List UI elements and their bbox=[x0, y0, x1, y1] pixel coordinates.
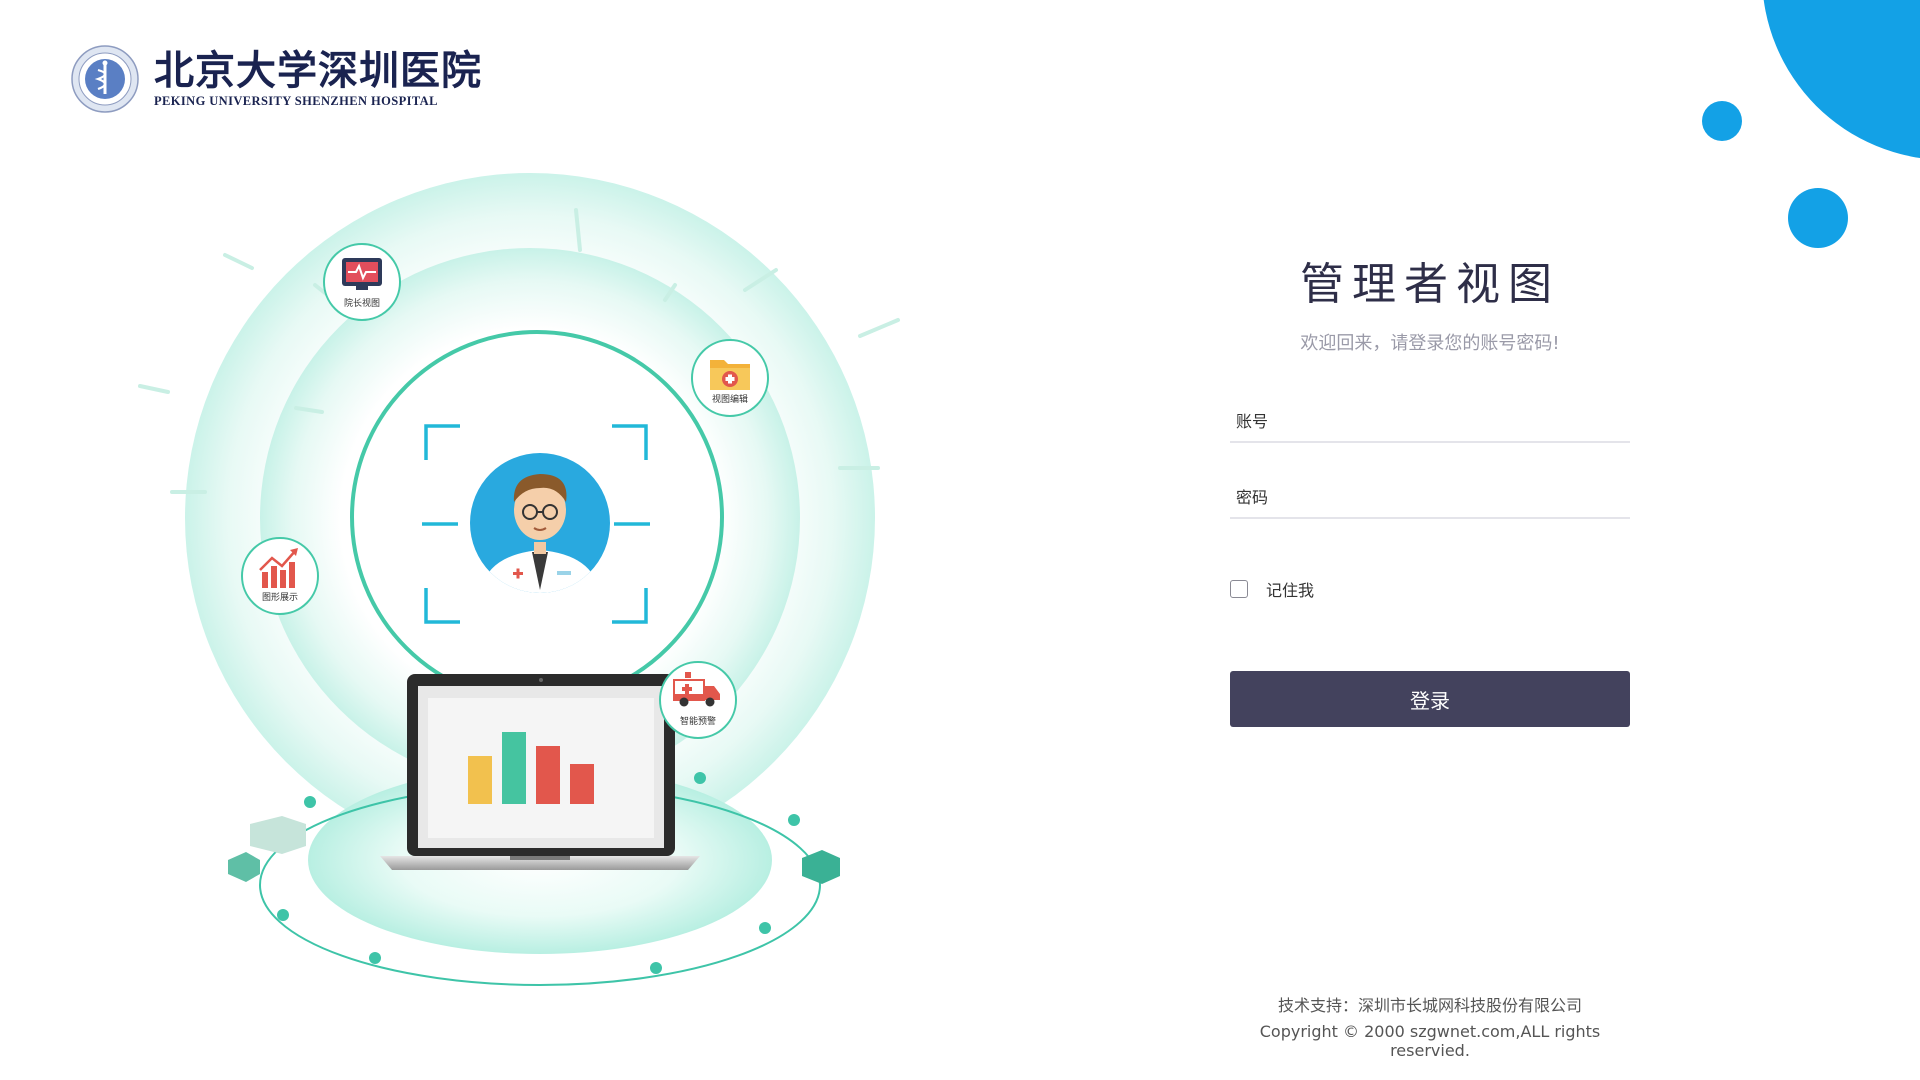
account-field bbox=[1230, 399, 1630, 443]
badge-smart-alert[interactable]: 智能预警 bbox=[659, 661, 737, 739]
laptop-illustration bbox=[380, 674, 700, 870]
hospital-seal-icon bbox=[71, 45, 139, 113]
hexagon-decor bbox=[228, 852, 260, 882]
remember-me-row: 记住我 bbox=[1230, 577, 1630, 601]
footer: 技术支持：深圳市长城网科技股份有限公司 Copyright © 2000 szg… bbox=[1230, 992, 1630, 1060]
laptop-bar bbox=[468, 756, 492, 804]
password-field bbox=[1230, 475, 1630, 519]
hospital-name-cn: 北京大学深圳医院 bbox=[154, 47, 482, 94]
login-panel: 管理者视图 欢迎回来，请登录您的账号密码! 记住我 登录 bbox=[1230, 255, 1630, 727]
badge-label: 视图编辑 bbox=[712, 393, 748, 405]
remember-me-checkbox[interactable] bbox=[1230, 580, 1248, 598]
remember-me-label[interactable]: 记住我 bbox=[1266, 577, 1314, 601]
tech-support-text: 技术支持：深圳市长城网科技股份有限公司 bbox=[1277, 996, 1582, 1015]
password-input[interactable] bbox=[1230, 488, 1630, 517]
hexagon-decor bbox=[250, 816, 306, 854]
login-page: 北京大学深圳医院 PEKING UNIVERSITY SHENZHEN HOSP… bbox=[0, 0, 1920, 1080]
decor-circle-small bbox=[1702, 101, 1742, 141]
badge-label: 智能预警 bbox=[680, 715, 716, 727]
illustration-svg: 院长视图 视图编辑 图形展示 智能预警 bbox=[138, 173, 900, 986]
laptop-bar bbox=[536, 746, 560, 804]
badge-director-view[interactable]: 院长视图 bbox=[323, 243, 401, 321]
hospital-name-en: PEKING UNIVERSITY SHENZHEN HOSPITAL bbox=[154, 94, 438, 108]
hospital-logo: 北京大学深圳医院 PEKING UNIVERSITY SHENZHEN HOSP… bbox=[70, 44, 482, 114]
hero-illustration: 院长视图 视图编辑 图形展示 智能预警 bbox=[100, 150, 920, 1000]
copyright-text: Copyright © 2000 szgwnet.com,ALL rights … bbox=[1259, 1022, 1601, 1060]
badge-view-editor[interactable]: 视图编辑 bbox=[691, 339, 769, 417]
decor-circle-large bbox=[1762, 0, 1920, 160]
login-title: 管理者视图 bbox=[1300, 259, 1560, 310]
login-subtitle: 欢迎回来，请登录您的账号密码! bbox=[1300, 333, 1560, 354]
account-input[interactable] bbox=[1230, 412, 1630, 441]
laptop-bar bbox=[570, 764, 594, 804]
laptop-bar bbox=[502, 732, 526, 804]
decor-circle-medium bbox=[1788, 188, 1848, 248]
medical-folder-icon bbox=[710, 360, 750, 390]
monitor-heartbeat-icon bbox=[342, 258, 382, 290]
badge-chart-display[interactable]: 图形展示 bbox=[241, 537, 319, 615]
badge-label: 图形展示 bbox=[262, 591, 298, 603]
login-button[interactable]: 登录 bbox=[1230, 671, 1630, 727]
badge-label: 院长视图 bbox=[344, 297, 380, 309]
